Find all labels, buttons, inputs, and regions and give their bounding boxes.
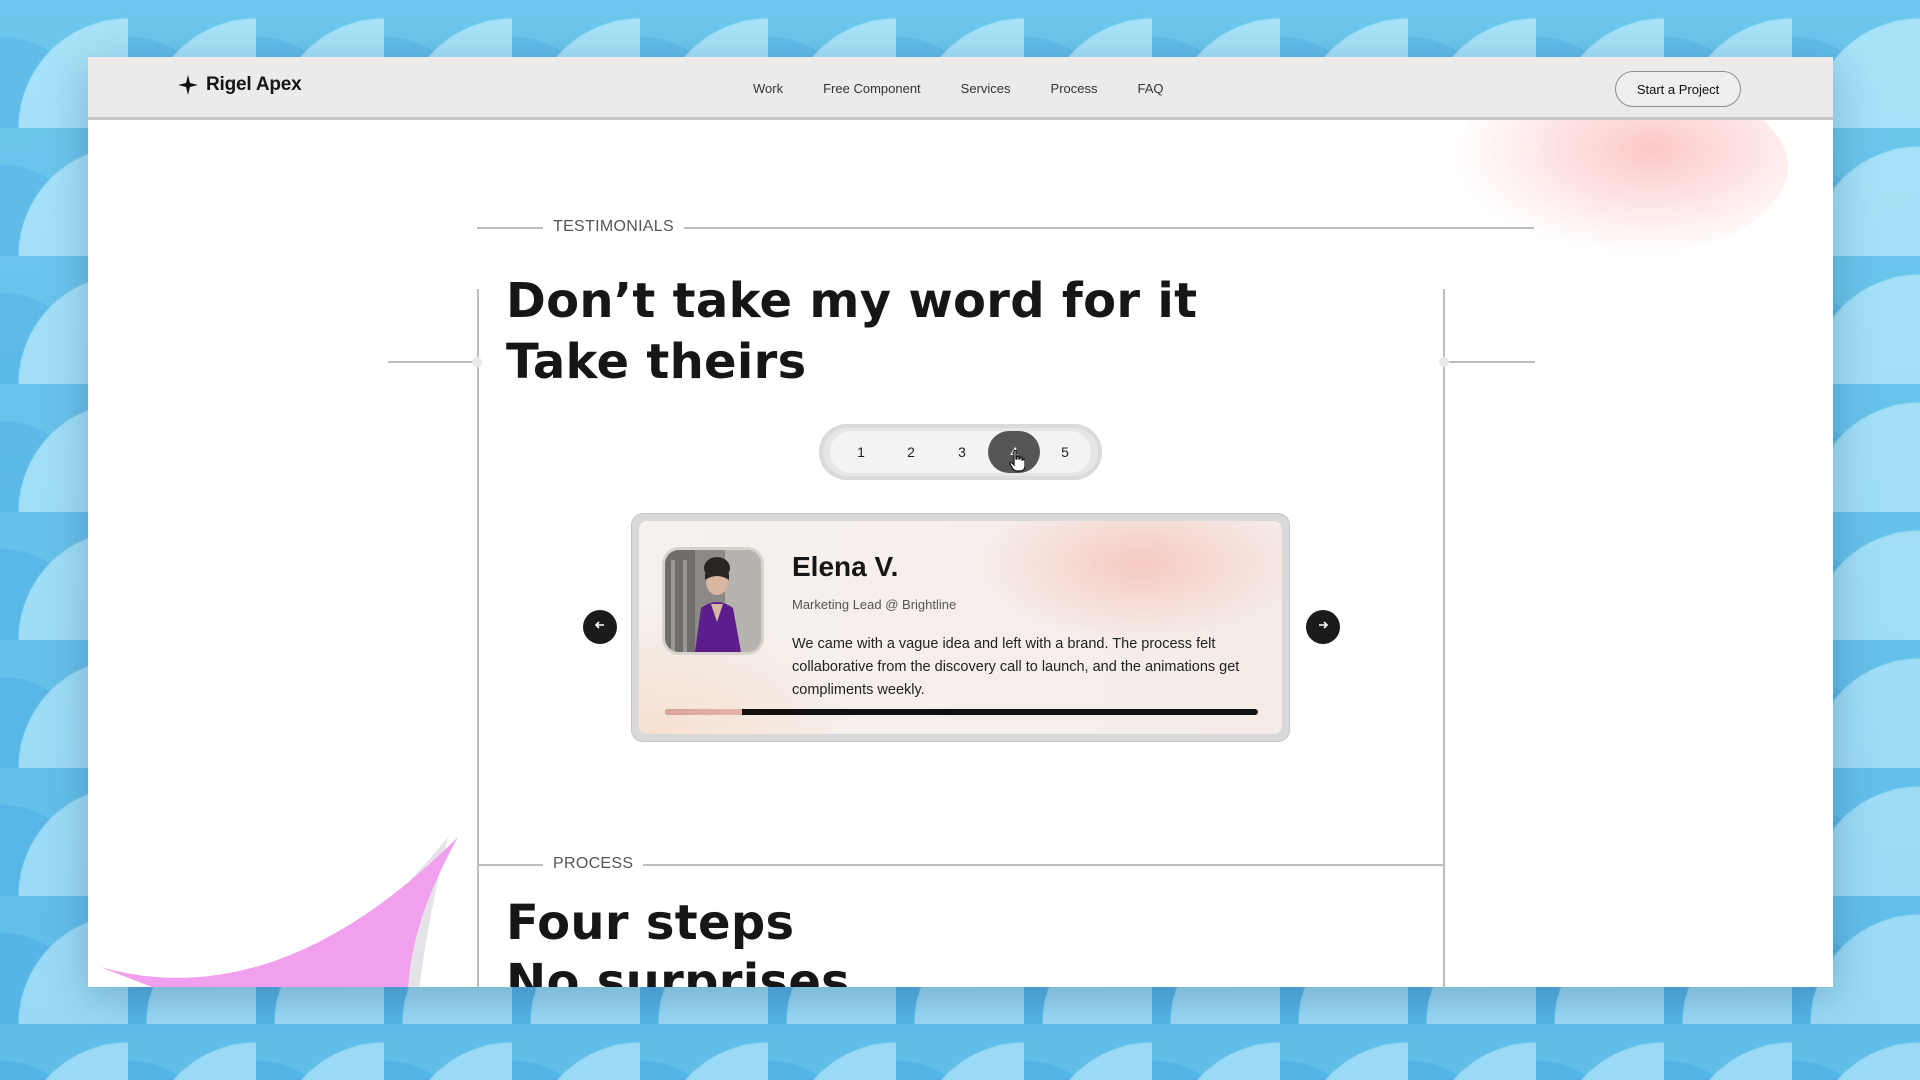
nav-link-services[interactable]: Services [961, 81, 1011, 96]
testimonial-pager: 1 2 3 4 5 [819, 424, 1102, 480]
nav-links: Work Free Component Services Process FAQ [753, 81, 1204, 96]
hand-cursor-icon [1009, 449, 1026, 477]
testimonials-label: TESTIMONIALS [543, 218, 684, 236]
testimonial-author-role: Marketing Lead @ Brightline [792, 597, 957, 612]
nav-link-faq[interactable]: FAQ [1138, 81, 1164, 96]
testimonial-author-name: Elena V. [792, 551, 899, 582]
browser-page: Rigel Apex Work Free Component Services … [88, 57, 1833, 987]
testimonials-heading-line1: Don’t take my word for it [506, 273, 1198, 329]
nav-link-work[interactable]: Work [753, 81, 783, 96]
sparkle-icon [178, 75, 198, 95]
nav-link-free-component[interactable]: Free Component [823, 81, 921, 96]
process-label: PROCESS [543, 855, 644, 873]
avatar [665, 550, 761, 652]
next-testimonial-button[interactable] [1306, 610, 1340, 644]
frame-left-rule [477, 289, 479, 987]
testimonial-card-frame: Elena V. Marketing Lead @ Brightline We … [631, 513, 1290, 742]
testimonial-progress-bar [665, 709, 1258, 715]
brand-name: Rigel Apex [206, 74, 302, 95]
right-connector-rule [1445, 361, 1535, 363]
process-heading-line1: Four steps [506, 895, 795, 951]
frame-right-rule [1443, 289, 1445, 987]
decorative-pink-shape [88, 777, 468, 987]
left-connector-dot [472, 357, 482, 367]
page-button-1[interactable]: 1 [835, 431, 887, 473]
arrow-right-icon [1317, 618, 1329, 636]
right-connector-dot [1439, 357, 1449, 367]
arrow-left-icon [594, 618, 606, 636]
brand-logo[interactable]: Rigel Apex [178, 74, 302, 96]
left-connector-rule [388, 361, 478, 363]
start-project-button[interactable]: Start a Project [1615, 71, 1741, 107]
top-navigation: Rigel Apex Work Free Component Services … [88, 57, 1833, 120]
process-heading-line2: No surprises [506, 954, 851, 987]
page-button-2[interactable]: 2 [885, 431, 937, 473]
page-button-3[interactable]: 3 [936, 431, 988, 473]
testimonial-quote: We came with a vague idea and left with … [792, 636, 1240, 698]
nav-link-process[interactable]: Process [1051, 81, 1098, 96]
testimonial-card: Elena V. Marketing Lead @ Brightline We … [639, 521, 1282, 734]
prev-testimonial-button[interactable] [583, 610, 617, 644]
page-button-5[interactable]: 5 [1039, 431, 1091, 473]
testimonials-heading-line2: Take theirs [506, 334, 807, 390]
testimonial-progress-fill [665, 709, 743, 715]
